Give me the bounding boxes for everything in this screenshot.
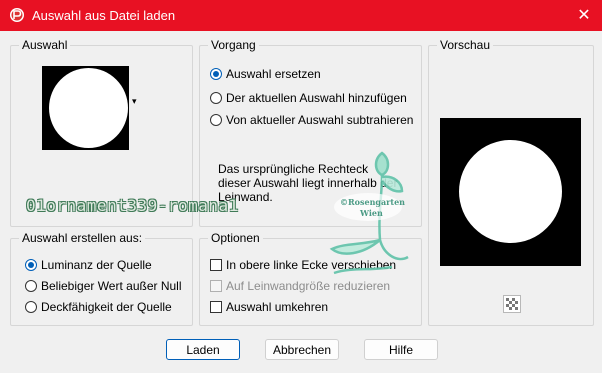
radio-label: Auswahl ersetzen [226, 67, 321, 81]
transparency-toggle-icon[interactable] [503, 295, 521, 313]
preview-canvas [440, 118, 581, 266]
radio-replace[interactable]: Auswahl ersetzen [210, 67, 321, 81]
radio-label: Luminanz der Quelle [41, 258, 152, 272]
radio-luminance[interactable]: Luminanz der Quelle [25, 258, 152, 272]
title-bar: Auswahl aus Datei laden ✕ [0, 0, 602, 31]
radio-button[interactable] [210, 114, 222, 126]
selection-thumbnail[interactable] [42, 66, 129, 150]
cancel-button[interactable]: Abbrechen [265, 339, 339, 360]
app-icon [10, 8, 24, 22]
vorgang-legend: Vorgang [208, 38, 259, 52]
close-icon[interactable]: ✕ [570, 3, 598, 29]
radio-button[interactable] [25, 301, 37, 313]
auswahl-legend: Auswahl [19, 38, 71, 52]
watermark-stamp-line2: Wien [360, 208, 383, 218]
radio-button[interactable] [25, 259, 37, 271]
radio-button[interactable] [25, 280, 37, 292]
load-button[interactable]: Laden [166, 339, 240, 360]
checkbox[interactable] [210, 259, 222, 271]
window-title: Auswahl aus Datei laden [32, 8, 176, 23]
help-button[interactable]: Hilfe [364, 339, 438, 360]
radio-nonzero[interactable]: Beliebiger Wert außer Null [25, 279, 182, 293]
preview-circle [459, 140, 562, 243]
optionen-legend: Optionen [208, 231, 263, 245]
checkbox[interactable] [210, 301, 222, 313]
checkbox [210, 280, 222, 292]
radio-button[interactable] [210, 68, 222, 80]
vorschau-group: Vorschau [428, 38, 594, 326]
thumbnail-circle [49, 68, 128, 148]
radio-add[interactable]: Der aktuellen Auswahl hinzufügen [210, 91, 407, 105]
radio-label: Deckfähigkeit der Quelle [41, 300, 172, 314]
radio-label: Beliebiger Wert außer Null [41, 279, 182, 293]
radio-button[interactable] [210, 92, 222, 104]
watermark-stamp-line1: ©Rosengarten [340, 197, 405, 207]
watermark-text: 01ornament339-romana1 [26, 196, 239, 215]
check-invert[interactable]: Auswahl umkehren [210, 300, 328, 314]
radio-subtract[interactable]: Von aktueller Auswahl subtrahieren [210, 113, 413, 127]
radio-label: Der aktuellen Auswahl hinzufügen [226, 91, 407, 105]
erstellen-legend: Auswahl erstellen aus: [19, 231, 146, 245]
radio-opacity[interactable]: Deckfähigkeit der Quelle [25, 300, 172, 314]
radio-label: Von aktueller Auswahl subtrahieren [226, 113, 414, 127]
thumbnail-dropdown-icon[interactable]: ▾ [132, 96, 137, 107]
checkbox-label: Auswahl umkehren [226, 300, 329, 314]
vorschau-legend: Vorschau [437, 38, 494, 52]
